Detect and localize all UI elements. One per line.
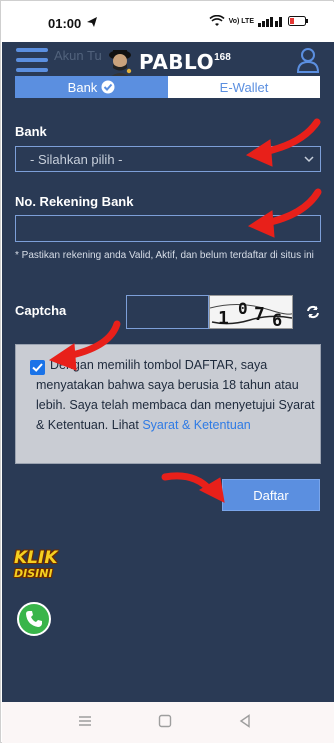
status-time: 01:00	[48, 16, 82, 31]
status-icons: Vo) LTE	[209, 15, 308, 27]
annotation-arrows	[48, 118, 322, 503]
home-nav-icon[interactable]	[158, 714, 172, 728]
network-label: Vo) LTE	[228, 17, 254, 25]
system-nav-bar	[2, 702, 334, 743]
back-nav-icon[interactable]	[238, 714, 252, 728]
wifi-icon	[209, 15, 225, 27]
status-bar: 01:00 Vo) LTE	[2, 2, 334, 42]
battery-icon	[288, 16, 308, 26]
menu-nav-icon[interactable]	[78, 714, 92, 728]
phone-frame: 01:00 Vo) LTE Akun Tu PABLO 168 Bank E-W…	[0, 0, 334, 743]
signal-icon	[258, 16, 284, 27]
registration-screen: Akun Tu PABLO 168 Bank E-Wallet Bank - S…	[2, 42, 334, 702]
send-icon	[86, 16, 98, 28]
